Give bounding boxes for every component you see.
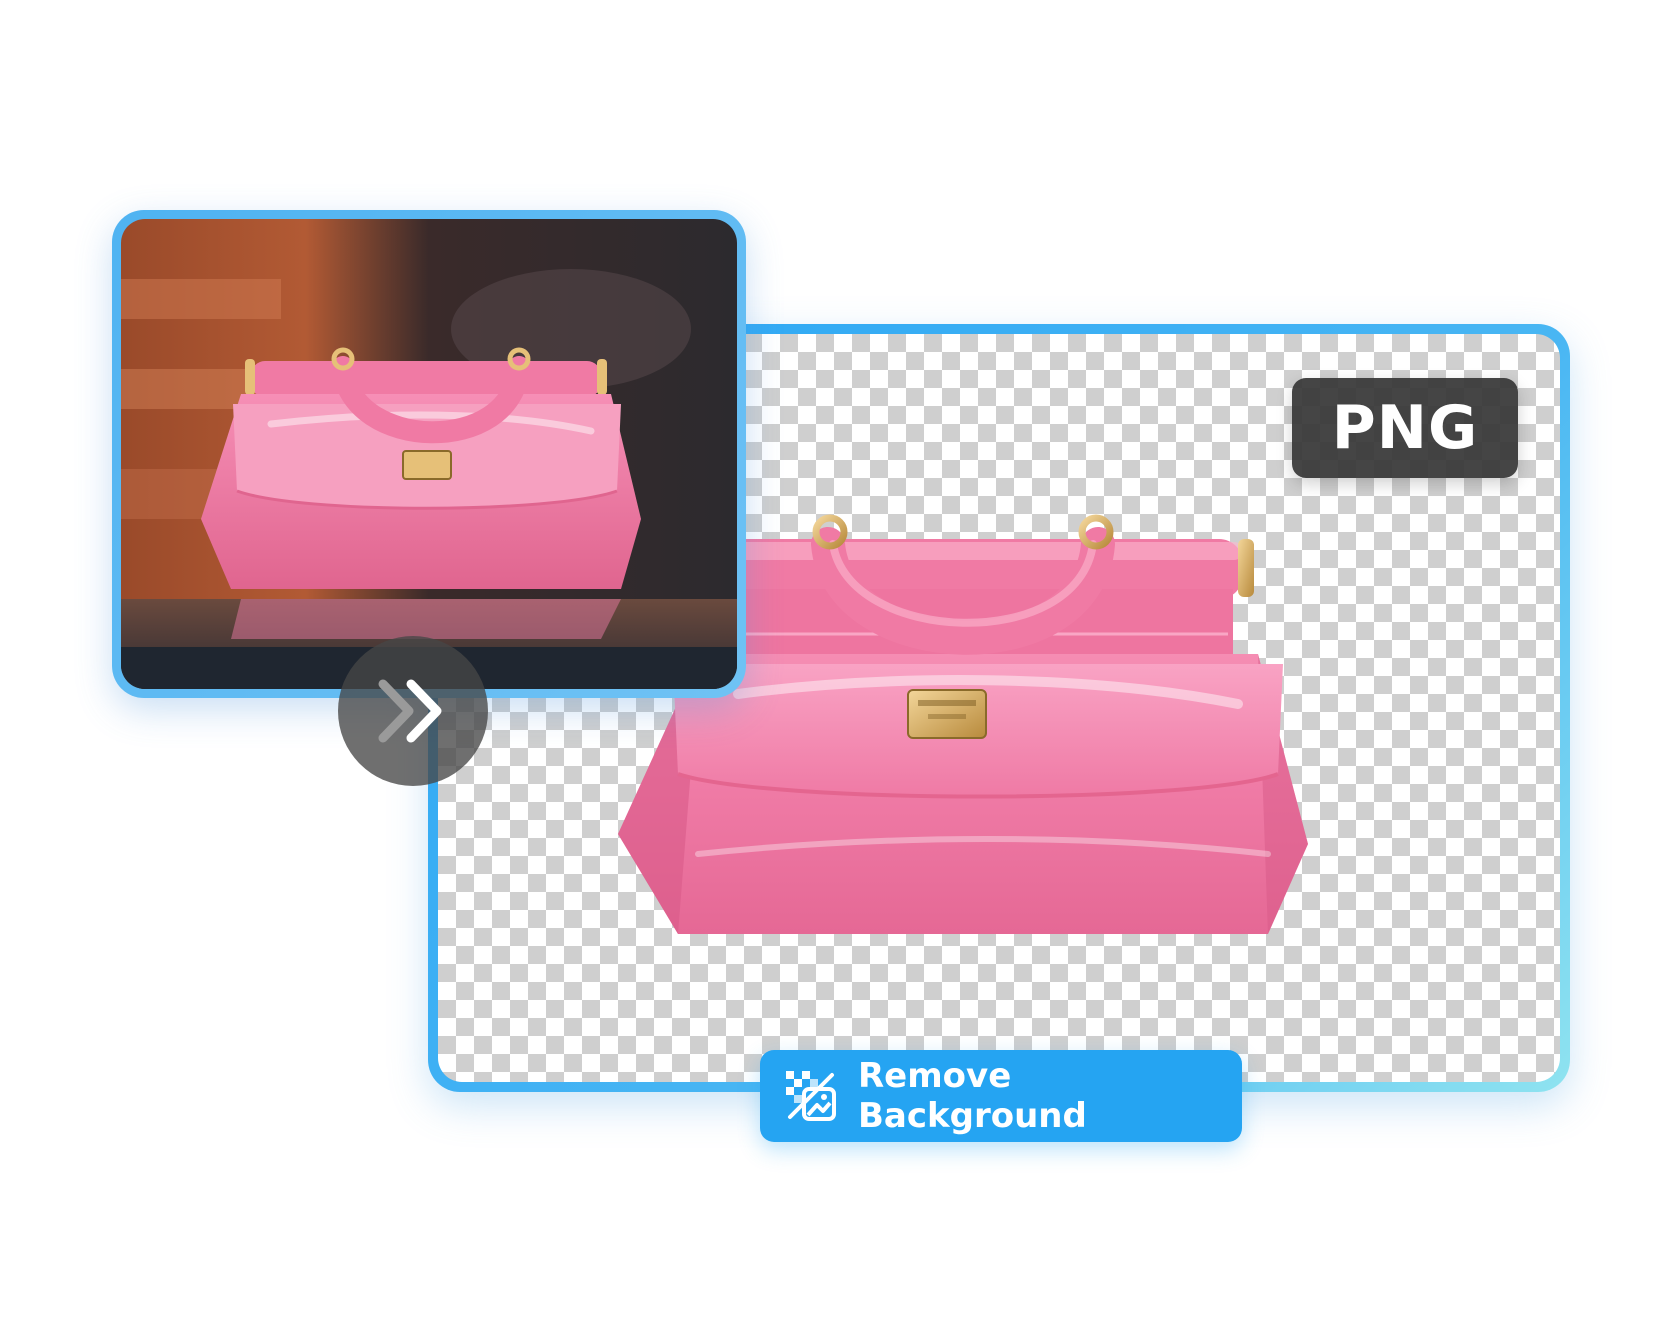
convert-arrow (338, 636, 488, 786)
remove-background-icon (786, 1071, 836, 1121)
original-photo (121, 219, 737, 689)
double-chevron-right-icon (378, 679, 442, 743)
format-label: PNG (1331, 393, 1479, 463)
remove-background-label: Remove Background (858, 1056, 1087, 1136)
png-format-badge: PNG (1292, 378, 1518, 478)
original-photo-card (112, 210, 746, 698)
remove-background-button[interactable]: Remove Background (760, 1050, 1242, 1142)
